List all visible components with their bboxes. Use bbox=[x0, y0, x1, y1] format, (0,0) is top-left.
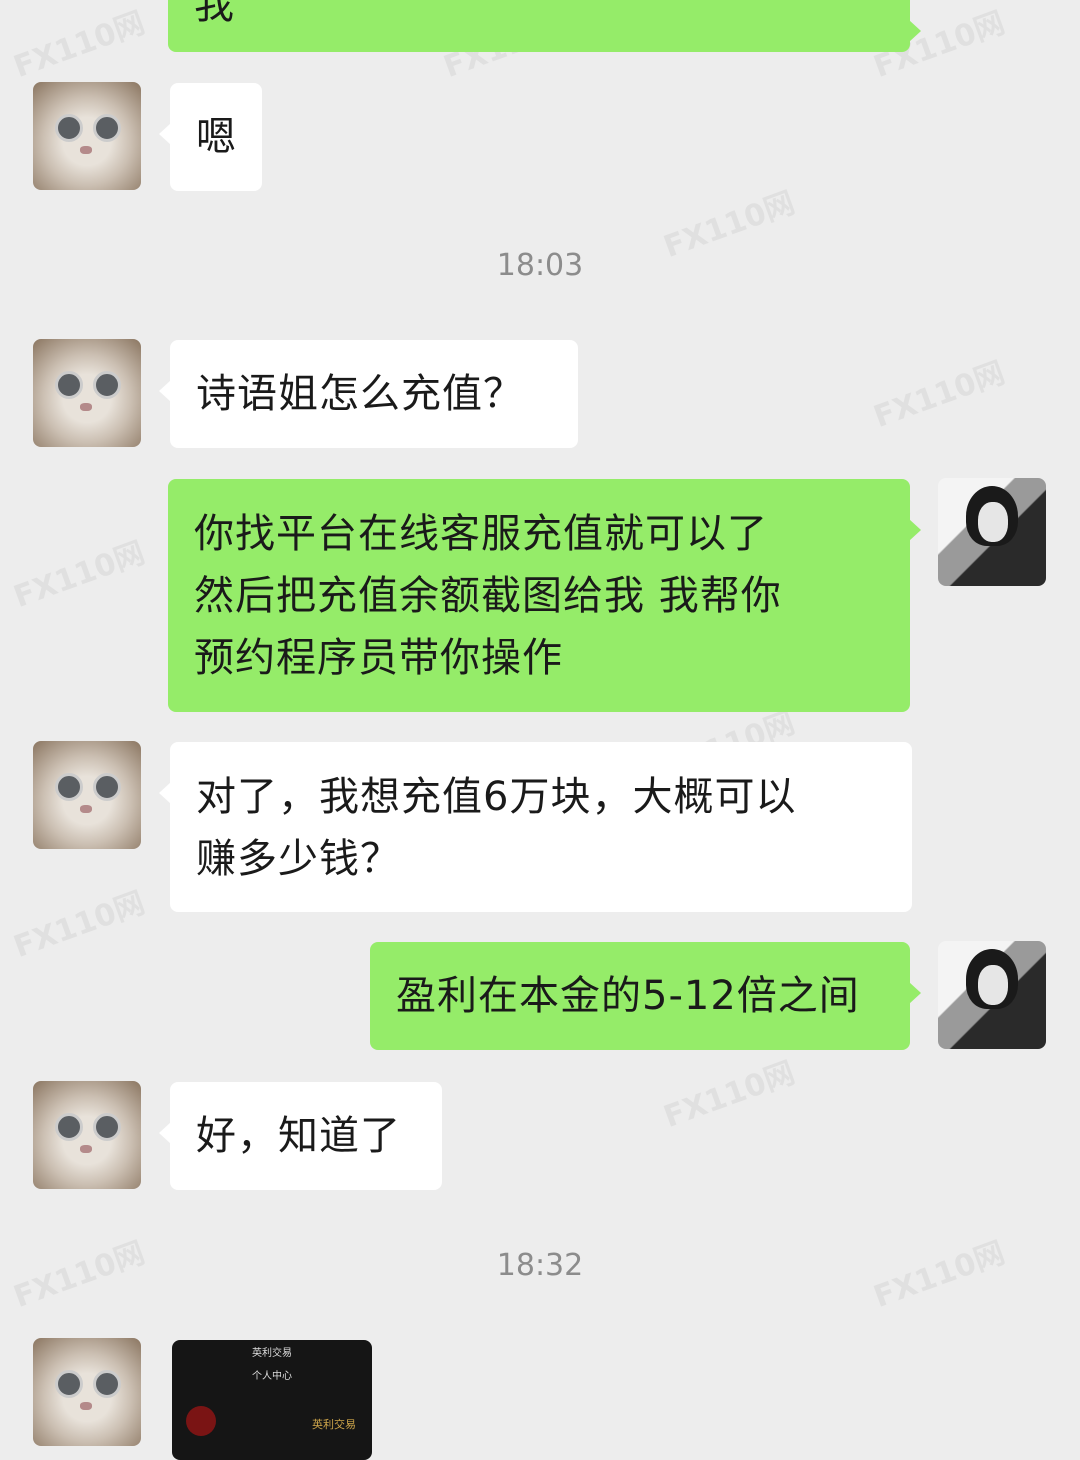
timestamp: 18:03 bbox=[496, 248, 584, 283]
message-bubble-incoming[interactable]: 对了，我想充值6万块，大概可以 赚多少钱？ bbox=[159, 742, 912, 912]
watermark: FX110网 bbox=[9, 885, 150, 966]
message-text: 然后把充值余额截图给我 我帮你 bbox=[194, 573, 782, 619]
message-text: 好，知道了 bbox=[196, 1113, 401, 1159]
message-bubble-outgoing[interactable]: 我 bbox=[168, 0, 921, 52]
message-bubble-incoming[interactable]: 嗯 bbox=[159, 83, 262, 191]
logo-icon bbox=[186, 1406, 216, 1436]
contact-avatar[interactable] bbox=[33, 339, 141, 447]
image-title: 英利交易 bbox=[252, 1348, 292, 1359]
image-message-thumbnail[interactable]: 英利交易 个人中心 英利交易 bbox=[172, 1340, 372, 1460]
watermark: FX110网 bbox=[9, 535, 150, 616]
contact-avatar[interactable] bbox=[33, 1338, 141, 1446]
message-bubble-incoming[interactable]: 诗语姐怎么充值？ bbox=[159, 340, 578, 448]
message-bubble-incoming[interactable]: 好，知道了 bbox=[159, 1082, 442, 1190]
message-text: 对了，我想充值6万块，大概可以 bbox=[196, 774, 797, 820]
message-text: 预约程序员带你操作 bbox=[194, 635, 563, 681]
timestamp: 18:32 bbox=[496, 1248, 584, 1283]
message-text: 赚多少钱？ bbox=[196, 836, 401, 882]
contact-avatar[interactable] bbox=[33, 82, 141, 190]
message-text: 你找平台在线客服充值就可以了 bbox=[194, 511, 768, 557]
image-subtitle: 个人中心 bbox=[252, 1371, 292, 1382]
message-bubble-outgoing[interactable]: 盈利在本金的5-12倍之间 bbox=[370, 942, 921, 1050]
self-avatar[interactable] bbox=[938, 478, 1046, 586]
image-brand: 英利交易 bbox=[312, 1418, 356, 1431]
message-text: 诗语姐怎么充值？ bbox=[196, 371, 524, 417]
message-bubble-outgoing[interactable]: 你找平台在线客服充值就可以了 然后把充值余额截图给我 我帮你 预约程序员带你操作 bbox=[168, 479, 921, 712]
watermark: FX110网 bbox=[659, 1055, 800, 1136]
self-avatar[interactable] bbox=[938, 941, 1046, 1049]
contact-avatar[interactable] bbox=[33, 1081, 141, 1189]
watermark: FX110网 bbox=[869, 355, 1010, 436]
message-text: 我 bbox=[194, 0, 235, 28]
message-text: 盈利在本金的5-12倍之间 bbox=[396, 973, 860, 1019]
watermark: FX110网 bbox=[9, 5, 150, 86]
contact-avatar[interactable] bbox=[33, 741, 141, 849]
message-text: 嗯 bbox=[196, 114, 237, 160]
